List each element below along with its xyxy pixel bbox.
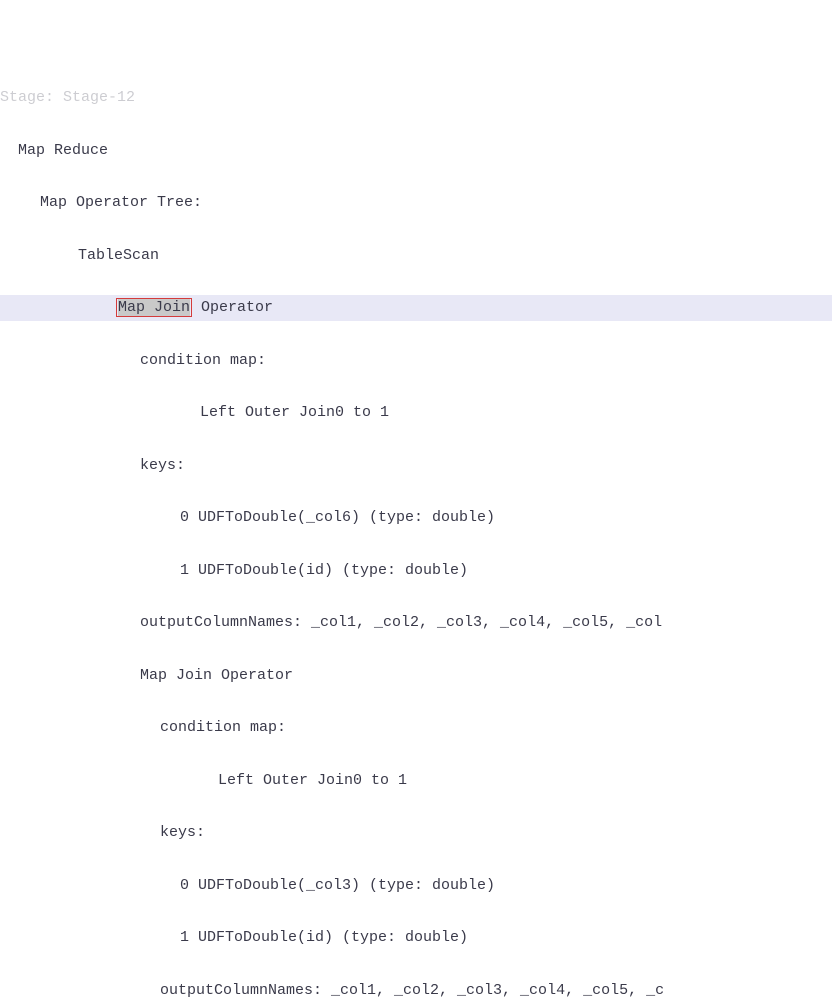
plan-line: 0 UDFToDouble(_col6) (type: double) [0, 505, 832, 531]
plan-line: Map Join Operator [0, 663, 832, 689]
plan-line: Left Outer Join0 to 1 [0, 400, 832, 426]
map-join-selection: Map Join [118, 299, 190, 316]
plan-line-highlighted: Map Join Operator [0, 295, 832, 321]
plan-line: outputColumnNames: _col1, _col2, _col3, … [0, 978, 832, 1000]
plan-line: Map Reduce [0, 138, 832, 164]
operator-suffix: Operator [192, 299, 273, 316]
map-join-box: Map Join [116, 298, 192, 317]
plan-line: Left Outer Join0 to 1 [0, 768, 832, 794]
plan-line: condition map: [0, 715, 832, 741]
plan-line: condition map: [0, 348, 832, 374]
plan-line: keys: [0, 453, 832, 479]
plan-line: outputColumnNames: _col1, _col2, _col3, … [0, 610, 832, 636]
plan-line: 0 UDFToDouble(_col3) (type: double) [0, 873, 832, 899]
plan-line: Map Operator Tree: [0, 190, 832, 216]
plan-line: TableScan [0, 243, 832, 269]
plan-line: 1 UDFToDouble(id) (type: double) [0, 925, 832, 951]
plan-line: 1 UDFToDouble(id) (type: double) [0, 558, 832, 584]
plan-line: keys: [0, 820, 832, 846]
plan-line: Stage: Stage-12 [0, 85, 832, 111]
